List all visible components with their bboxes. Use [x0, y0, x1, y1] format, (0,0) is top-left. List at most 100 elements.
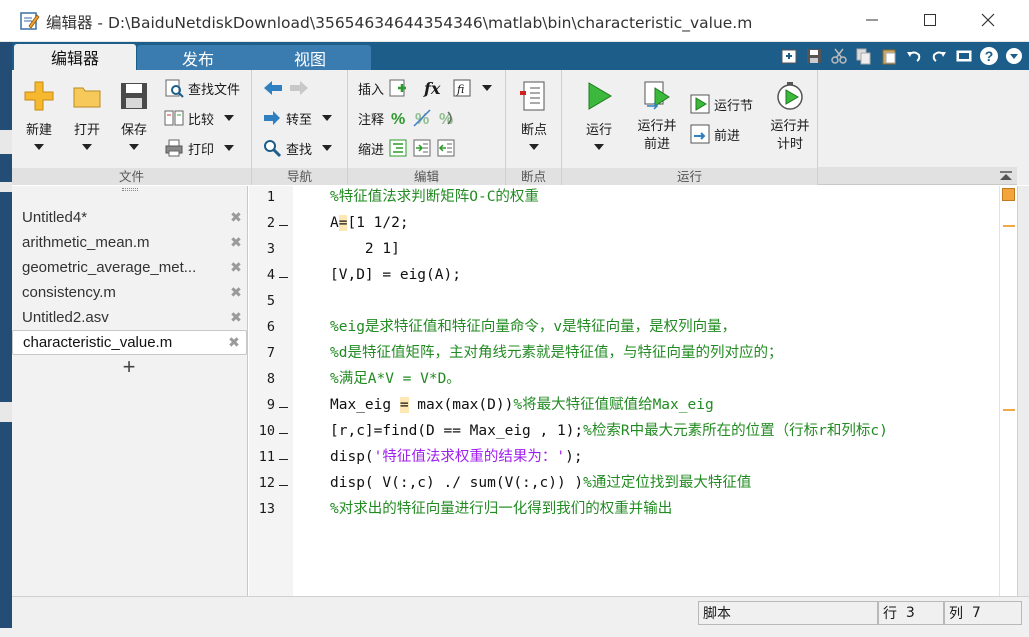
- qa-help-button[interactable]: ?: [978, 45, 1000, 67]
- qa-open-button[interactable]: [778, 45, 800, 67]
- warning-marker[interactable]: [1003, 409, 1015, 411]
- collapse-ribbon-icon[interactable]: [999, 170, 1013, 182]
- chevron-down-icon: [129, 144, 139, 150]
- panel-grip[interactable]: [122, 188, 138, 191]
- qa-switch-windows-button[interactable]: [953, 45, 975, 67]
- new-label: 新建: [25, 123, 52, 138]
- navigate-group-label: 导航: [252, 168, 347, 185]
- svg-text:?: ?: [985, 48, 994, 64]
- back-forward-buttons[interactable]: [262, 76, 310, 100]
- breakpoint-dash[interactable]: [279, 277, 288, 278]
- tab-editor[interactable]: 编辑器: [14, 44, 136, 70]
- file-tab[interactable]: Untitled4* ✖: [12, 205, 248, 230]
- chevron-down-icon: [224, 115, 235, 121]
- run-and-advance-button[interactable]: 运行并 前进: [632, 76, 682, 162]
- advance-button[interactable]: 前进: [690, 122, 740, 146]
- insert-button[interactable]: 插入: [358, 76, 408, 100]
- undo-icon: [907, 51, 921, 62]
- qa-paste-button[interactable]: [878, 45, 900, 67]
- insert-menu-button[interactable]: fi: [452, 76, 492, 100]
- indent-button[interactable]: 缩进: [358, 136, 456, 160]
- file-tab-name: consistency.m: [22, 284, 116, 301]
- comment-label: 注释: [358, 112, 385, 128]
- breakpoints-button[interactable]: 断点: [509, 76, 559, 162]
- qa-menu-button[interactable]: [1003, 45, 1025, 67]
- insert-function-button[interactable]: fx: [424, 76, 440, 100]
- file-tab[interactable]: geometric_average_met... ✖: [12, 255, 248, 280]
- compare-button[interactable]: 比较: [164, 106, 235, 130]
- qa-cut-button[interactable]: [828, 45, 850, 67]
- print-button[interactable]: 打印: [164, 136, 235, 160]
- run-button[interactable]: 运行: [574, 76, 624, 162]
- editor-app-icon: [20, 12, 40, 30]
- open-button[interactable]: 打开: [62, 76, 112, 162]
- code-line-2: A=[1 1/2;: [330, 215, 409, 231]
- breakpoints-icon: [520, 81, 545, 111]
- close-tab-icon[interactable]: ✖: [224, 309, 248, 326]
- status-bar: 脚本 行 3 列 7: [12, 596, 1029, 628]
- breakpoint-dash[interactable]: [279, 407, 288, 408]
- close-tab-icon[interactable]: ✖: [224, 209, 248, 226]
- breakpoint-dash[interactable]: [279, 225, 288, 226]
- line-number: 10: [258, 423, 275, 439]
- comment-percent-icon: %: [391, 111, 405, 128]
- open-label: 打开: [73, 123, 100, 138]
- breakpoint-dash[interactable]: [279, 485, 288, 486]
- qa-save-button[interactable]: [803, 45, 825, 67]
- help-icon: ?: [980, 47, 998, 65]
- redo-icon: [932, 51, 946, 62]
- title-bar: 编辑器 - D:\BaiduNetdiskDownload\3565463464…: [0, 0, 1029, 42]
- breakpoint-dash[interactable]: [279, 433, 288, 434]
- line-number: 9: [266, 397, 275, 413]
- tab-view[interactable]: 视图: [249, 45, 371, 70]
- uncomment-icon: %: [413, 109, 431, 128]
- file-tab[interactable]: arithmetic_mean.m ✖: [12, 230, 248, 255]
- tab-publish[interactable]: 发布: [137, 45, 259, 70]
- line-number: 6: [266, 319, 275, 335]
- open-file-icon: [781, 49, 797, 64]
- run-and-advance-label: 运行并 前进: [637, 119, 677, 152]
- file-tab[interactable]: Untitled2.asv ✖: [12, 305, 248, 330]
- ribbon-body: 新建 打开 保存 查找文件 比较 打印 文件 转至 查找 导航 插入 fx fi…: [12, 70, 1017, 185]
- analyzer-warning-indicator[interactable]: [1002, 188, 1015, 201]
- run-and-time-button[interactable]: 运行并 计时: [765, 76, 815, 162]
- close-tab-icon[interactable]: ✖: [224, 259, 248, 276]
- qa-copy-button[interactable]: [853, 45, 875, 67]
- close-tab-icon[interactable]: ✖: [224, 284, 248, 301]
- close-tab-icon[interactable]: ✖: [224, 234, 248, 251]
- find-files-button[interactable]: 查找文件: [164, 76, 240, 100]
- run-section-button[interactable]: 运行节: [690, 92, 753, 116]
- maximize-button[interactable]: [901, 0, 959, 40]
- run-section-label: 运行节: [714, 98, 754, 114]
- row-status: 行 3: [878, 601, 944, 625]
- find-button[interactable]: 查找: [262, 136, 333, 160]
- ribbon-right-edge: [1017, 70, 1029, 185]
- line-number: 13: [258, 501, 275, 517]
- copy-icon: [856, 48, 871, 65]
- close-button[interactable]: [959, 0, 1017, 40]
- comment-button[interactable]: 注释 % % %: [358, 106, 456, 130]
- run-label: 运行: [585, 123, 612, 138]
- code-analyzer-bar[interactable]: [999, 186, 1017, 596]
- line-number: 11: [258, 449, 275, 465]
- code-editor[interactable]: 1 2 3 4 5 6 7 8 9 10 11 12 13 %特征值法求判断矩阵…: [249, 186, 999, 596]
- warning-marker[interactable]: [1003, 225, 1015, 227]
- new-button[interactable]: 新建: [14, 76, 64, 162]
- qa-redo-button[interactable]: [928, 45, 950, 67]
- close-tab-icon[interactable]: ✖: [222, 334, 246, 351]
- file-tab[interactable]: consistency.m ✖: [12, 280, 248, 305]
- line-number: 7: [266, 345, 275, 361]
- file-tab-name: arithmetic_mean.m: [22, 234, 150, 251]
- breakpoint-dash[interactable]: [279, 459, 288, 460]
- save-button[interactable]: 保存: [109, 76, 159, 162]
- code-line-11: disp('特征值法求权重的结果为：');: [330, 449, 583, 465]
- file-tab-active[interactable]: characteristic_value.m ✖: [12, 330, 247, 355]
- add-tab-button[interactable]: +: [119, 356, 139, 378]
- minimize-button[interactable]: [843, 0, 901, 40]
- goto-button[interactable]: 转至: [262, 106, 333, 130]
- qa-undo-button[interactable]: [903, 45, 925, 67]
- line-number: 12: [258, 475, 275, 491]
- maximize-icon: [924, 14, 936, 26]
- line-number: 3: [266, 241, 275, 257]
- chevron-down-icon: [529, 144, 539, 150]
